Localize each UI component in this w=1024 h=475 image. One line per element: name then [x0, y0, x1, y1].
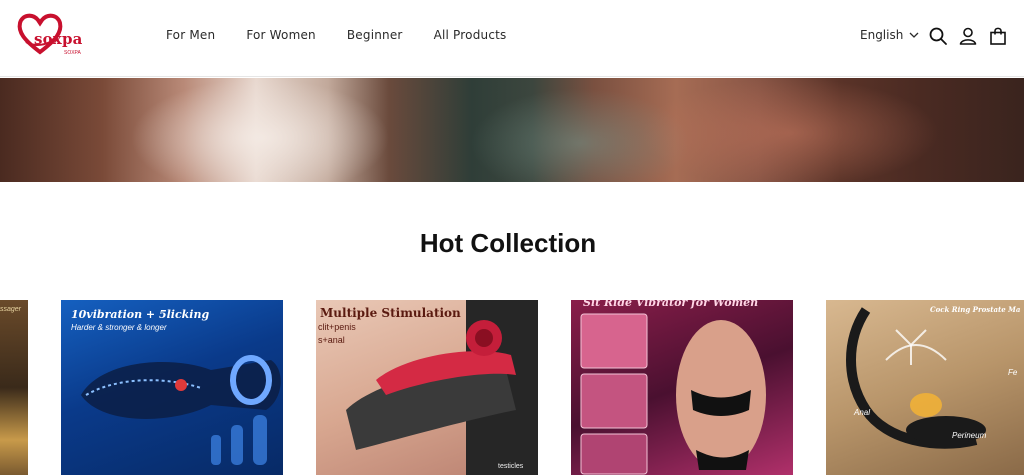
hero-image-blur-warm: [640, 78, 940, 182]
chevron-down-icon: [909, 32, 919, 38]
logo-subtext: SOXPA: [64, 50, 81, 56]
product-card-title: Multiple Stimulation: [320, 306, 461, 320]
product-card-line: Anal: [854, 408, 871, 417]
language-label: English: [860, 28, 904, 42]
product-card-line: clit+penis: [318, 322, 356, 332]
product-card[interactable]: 10vibration + 5licking Harder & stronger…: [61, 300, 283, 475]
nav-item-beginner[interactable]: Beginner: [347, 28, 403, 42]
product-card[interactable]: Multiple Stimulation clit+penis s+anal t…: [316, 300, 538, 475]
hero-banner[interactable]: [0, 78, 1024, 182]
main-nav: For Men For Women Beginner All Products: [166, 28, 537, 42]
product-image: [580, 313, 766, 475]
account-icon[interactable]: [958, 26, 978, 46]
product-card-line: testicles: [498, 463, 524, 470]
product-card[interactable]: Cock Ring Prostate Ma Anal Perineum Fe: [826, 300, 1024, 475]
product-card-line: s+anal: [318, 335, 345, 345]
product-card[interactable]: Sit Ride Vibrator for Women: [571, 300, 793, 475]
product-card-line: Perineum: [952, 431, 987, 440]
brand-logo[interactable]: soxpa SOXPA: [16, 12, 88, 56]
language-selector[interactable]: English: [860, 28, 919, 42]
product-image: [81, 355, 281, 465]
search-icon[interactable]: [928, 26, 948, 46]
product-card-line: Fe: [1008, 368, 1018, 377]
product-card-partial-left[interactable]: ssager: [0, 300, 28, 475]
site-header: soxpa SOXPA For Men For Women Beginner A…: [0, 0, 1024, 77]
nav-item-for-women[interactable]: For Women: [246, 28, 316, 42]
logo-text: soxpa: [34, 30, 83, 48]
hero-image-blur-light: [130, 78, 390, 182]
section-title: Hot Collection: [419, 228, 597, 258]
product-card-subtitle: ssager: [0, 306, 22, 313]
nav-item-for-men[interactable]: For Men: [166, 28, 215, 42]
cart-icon[interactable]: [988, 26, 1008, 46]
nav-item-all-products[interactable]: All Products: [434, 28, 507, 42]
product-image: [846, 307, 986, 449]
